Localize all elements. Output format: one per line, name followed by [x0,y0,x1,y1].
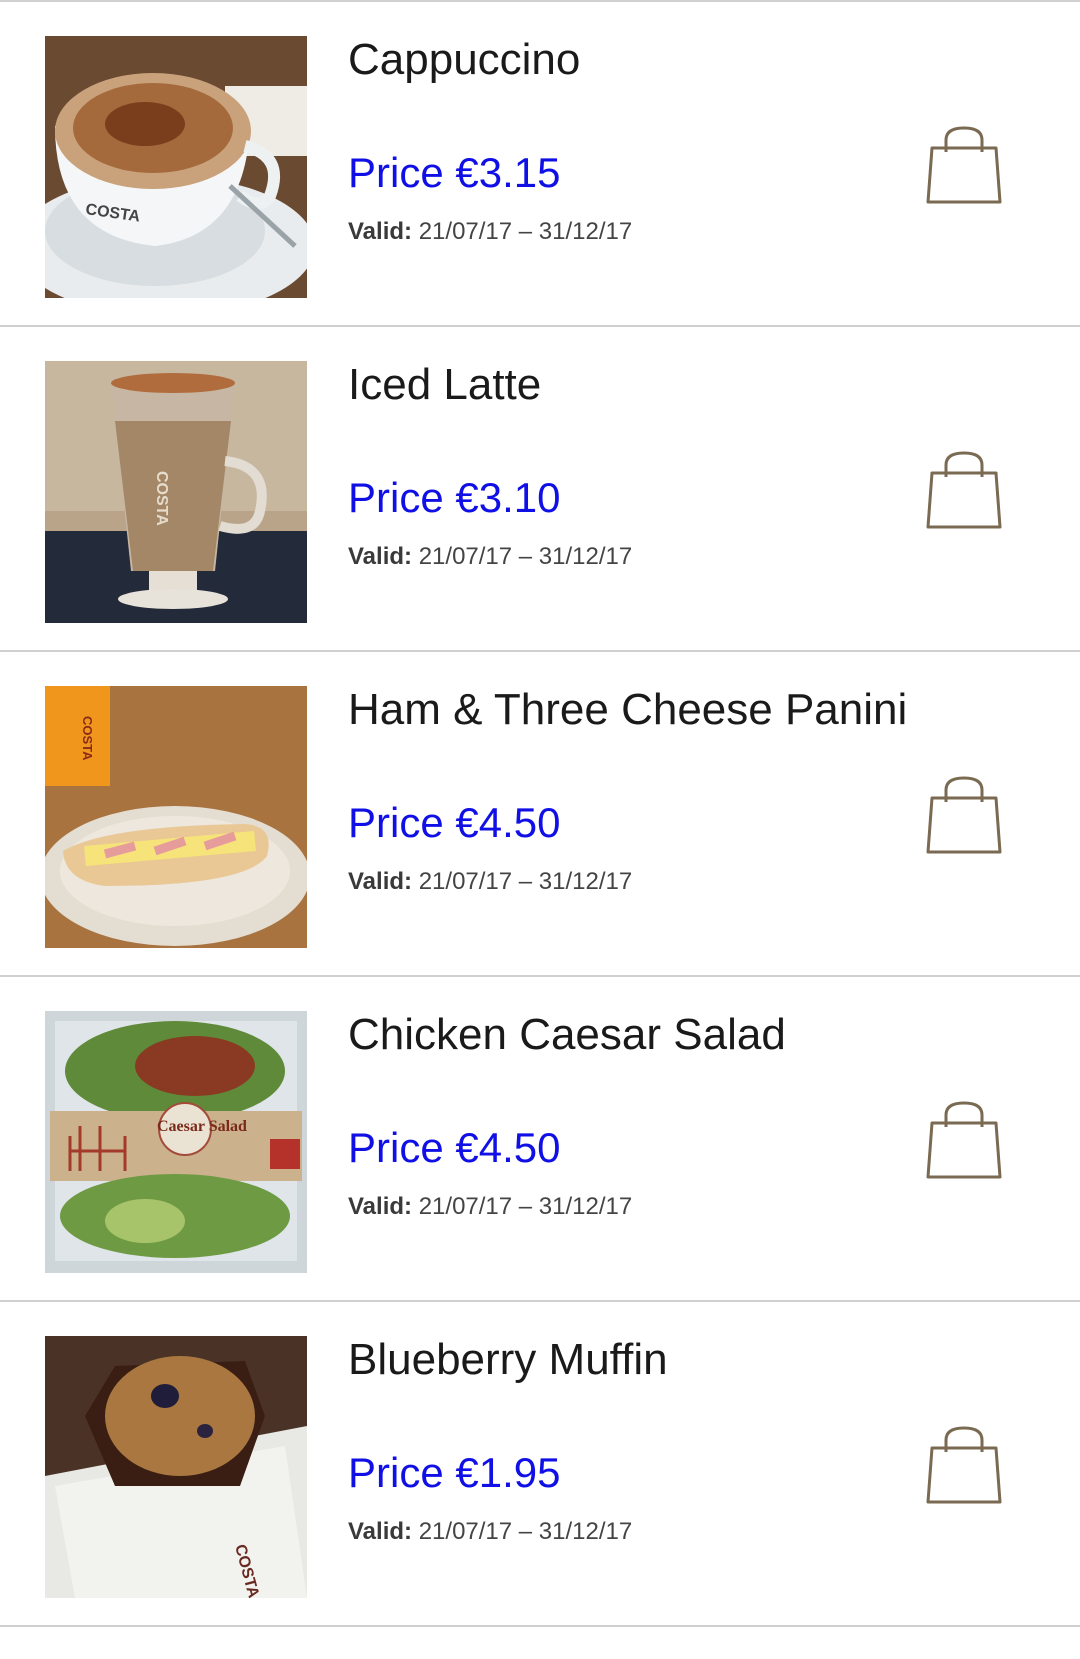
product-price: Price €4.50 [348,1124,561,1171]
cappuccino-photo: COSTA [45,36,307,298]
shopping-bag-icon [926,126,1002,204]
validity-range: 21/07/17 – 31/12/17 [412,543,633,570]
svg-text:Caesar Salad: Caesar Salad [157,1118,247,1135]
product-row-panini[interactable]: COSTA Ham & Three Cheese Panini Price €4… [0,652,1080,975]
validity-label: Valid: [348,1518,413,1545]
blueberry-muffin-photo: COSTA [45,1336,307,1598]
product-list: COSTA Cappuccino Price €3.15 Valid: 21/0… [0,0,1080,1627]
add-to-bag-button[interactable] [926,1424,1002,1506]
product-name: Chicken Caesar Salad [348,1010,786,1059]
product-row-caesar-salad[interactable]: Caesar Salad Chicken Caesar Salad Price … [0,977,1080,1300]
product-price: Price €1.95 [348,1449,561,1496]
validity-range: 21/07/17 – 31/12/17 [412,218,633,245]
add-to-bag-button[interactable] [926,124,1002,206]
shopping-bag-icon [926,451,1002,529]
validity-label: Valid: [348,1193,413,1220]
product-row-cappuccino[interactable]: COSTA Cappuccino Price €3.15 Valid: 21/0… [0,2,1080,325]
validity-label: Valid: [348,868,413,895]
svg-text:COSTA: COSTA [80,716,95,761]
validity-label: Valid: [348,218,413,245]
validity-range: 21/07/17 – 31/12/17 [412,1518,633,1545]
svg-text:COSTA: COSTA [153,471,170,526]
shopping-bag-icon [926,1101,1002,1179]
product-row-blueberry-muffin[interactable]: COSTA Blueberry Muffin Price €1.95 Valid… [0,1302,1080,1625]
validity-label: Valid: [348,543,413,570]
shopping-bag-icon [926,1426,1002,1504]
product-price: Price €3.10 [348,474,561,521]
caesar-salad-photo: Caesar Salad [45,1011,307,1273]
validity-period: Valid: 21/07/17 – 31/12/17 [348,1195,632,1219]
validity-period: Valid: 21/07/17 – 31/12/17 [348,545,632,569]
divider [0,1625,1080,1627]
add-to-bag-button[interactable] [926,449,1002,531]
shopping-bag-icon [926,776,1002,854]
panini-photo: COSTA [45,686,307,948]
product-row-iced-latte[interactable]: COSTA Iced Latte Price €3.10 Valid: 21/0… [0,327,1080,650]
product-name: Iced Latte [348,360,542,409]
iced-latte-photo: COSTA [45,361,307,623]
validity-period: Valid: 21/07/17 – 31/12/17 [348,870,632,894]
product-price: Price €4.50 [348,799,561,846]
product-name: Cappuccino [348,35,581,84]
product-name: Ham & Three Cheese Panini [348,685,908,734]
validity-range: 21/07/17 – 31/12/17 [412,1193,633,1220]
add-to-bag-button[interactable] [926,774,1002,856]
product-name: Blueberry Muffin [348,1335,668,1384]
product-price: Price €3.15 [348,149,561,196]
validity-period: Valid: 21/07/17 – 31/12/17 [348,220,632,244]
add-to-bag-button[interactable] [926,1099,1002,1181]
validity-period: Valid: 21/07/17 – 31/12/17 [348,1520,632,1544]
validity-range: 21/07/17 – 31/12/17 [412,868,633,895]
